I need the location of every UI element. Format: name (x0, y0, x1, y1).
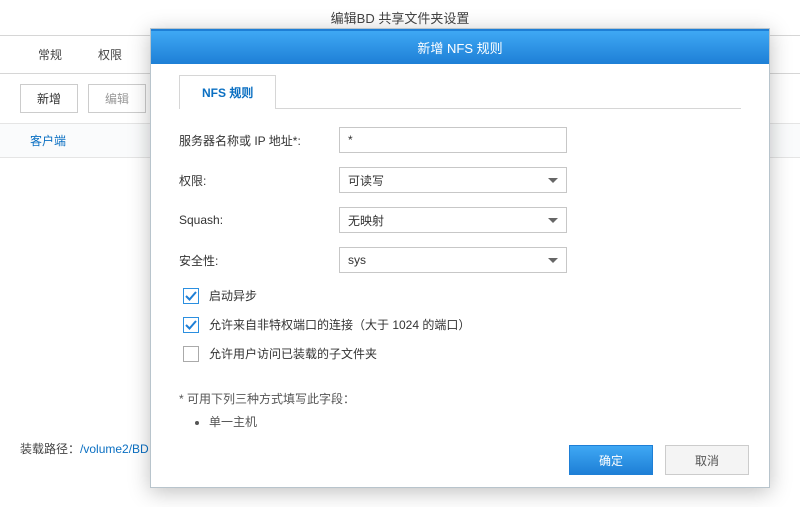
dialog-footer: 确定 取消 (151, 433, 769, 487)
mount-path-label: 装载路径： (20, 442, 80, 456)
mount-path-value: /volume2/BD (80, 442, 149, 456)
chevron-down-icon (548, 258, 558, 263)
tab-permission[interactable]: 权限 (80, 36, 140, 73)
mount-path: 装载路径：/volume2/BD (20, 440, 149, 457)
async-checkbox[interactable] (183, 288, 199, 304)
squash-select[interactable]: 无映射 (339, 207, 567, 233)
help-intro: * 可用下列三种方式填写此字段： (179, 388, 741, 411)
ok-button[interactable]: 确定 (569, 445, 653, 475)
col-client[interactable]: 客户端 (30, 132, 66, 149)
security-value: sys (348, 253, 366, 267)
chevron-down-icon (548, 178, 558, 183)
tab-general[interactable]: 常规 (20, 36, 80, 73)
nonpriv-label: 允许来自非特权端口的连接（大于 1024 的端口） (209, 316, 470, 333)
subfolders-label: 允许用户访问已装载的子文件夹 (209, 345, 377, 362)
check-icon (185, 290, 197, 302)
dialog-body: NFS 规则 服务器名称或 IP 地址*: 权限: 可读写 Squash: 无映… (151, 64, 769, 433)
host-label: 服务器名称或 IP 地址*: (179, 132, 339, 149)
squash-value: 无映射 (348, 212, 384, 229)
security-label: 安全性: (179, 252, 339, 269)
permission-value: 可读写 (348, 172, 384, 189)
chevron-down-icon (548, 218, 558, 223)
cancel-button[interactable]: 取消 (665, 445, 749, 475)
squash-label: Squash: (179, 213, 339, 227)
host-input[interactable] (339, 127, 567, 153)
permission-select[interactable]: 可读写 (339, 167, 567, 193)
async-label: 启动异步 (209, 287, 257, 304)
help-item-single: 单一主机 (209, 411, 741, 433)
subfolders-checkbox[interactable] (183, 346, 199, 362)
dialog-title: 新增 NFS 规则 (151, 29, 769, 64)
security-select[interactable]: sys (339, 247, 567, 273)
nonpriv-checkbox[interactable] (183, 317, 199, 333)
nfs-rule-dialog: 新增 NFS 规则 NFS 规则 服务器名称或 IP 地址*: 权限: 可读写 … (150, 28, 770, 488)
check-icon (185, 319, 197, 331)
tab-nfs-rule[interactable]: NFS 规则 (179, 75, 276, 109)
permission-label: 权限: (179, 172, 339, 189)
help-text: * 可用下列三种方式填写此字段： 单一主机 万用符号：*, *.synology… (179, 388, 741, 433)
add-button[interactable]: 新增 (20, 84, 78, 113)
dialog-tabbar: NFS 规则 (179, 74, 741, 109)
edit-button[interactable]: 编辑 (88, 84, 146, 113)
